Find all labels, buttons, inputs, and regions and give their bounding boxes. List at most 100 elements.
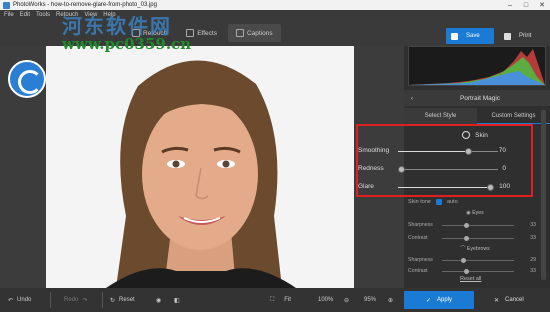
zoom-value: 95% [364, 297, 377, 303]
captions-icon [235, 29, 244, 37]
fit-icon: ⛶ [270, 296, 275, 303]
compare-button[interactable]: ◧ [174, 294, 180, 306]
fit-label: Fit [284, 297, 291, 303]
image-canvas[interactable] [0, 46, 404, 288]
divider [50, 292, 51, 308]
eyebrows-contrast-track[interactable] [442, 269, 514, 274]
histogram [408, 46, 546, 86]
close-icon: ✕ [494, 297, 500, 304]
apply-button[interactable]: ✓ Apply [404, 291, 474, 309]
captions-tab[interactable]: Captions [227, 24, 281, 42]
back-chevron-icon[interactable]: ‹ [404, 95, 420, 102]
eyebrows-contrast-value: 33 [530, 268, 536, 274]
preview-eye-button[interactable]: ◉ [156, 294, 161, 306]
watermark: 河东软件网 www.pc0359.cn [62, 10, 191, 53]
portrait-photo[interactable] [46, 46, 354, 288]
eyebrows-sharpness-track[interactable] [442, 258, 514, 263]
eyebrows-contrast-thumb[interactable] [463, 269, 469, 274]
zoom-level: 95% [364, 294, 376, 306]
eyebrows-section-header: ⌒ Eyebrows [410, 245, 540, 252]
compare-icon: ◧ [174, 297, 180, 304]
bottom-bar: ↶ Undo Redo ↷ ↻ Reset ◉ ◧ ⛶ Fit 100% ⊖ 9… [0, 288, 550, 312]
watermark-line1: 河东软件网 [62, 14, 172, 38]
tab-custom-settings[interactable]: Custom Settings [477, 108, 550, 124]
menu-file[interactable]: File [4, 12, 14, 18]
reset-button[interactable]: ↻ Reset [110, 294, 135, 306]
eyebrows-contrast-label: Contrast [408, 268, 428, 274]
skin-tone-auto-checkbox[interactable] [435, 199, 442, 205]
highlight-box [356, 124, 533, 197]
minimize-icon[interactable]: – [502, 0, 518, 10]
reset-icon: ↻ [110, 297, 116, 304]
menu-tools[interactable]: Tools [36, 12, 50, 18]
save-icon [451, 32, 458, 40]
redo-label: Redo [64, 297, 79, 303]
eyebrows-sharpness-label: Sharpness [408, 257, 433, 263]
tab-select-style[interactable]: Select Style [404, 108, 477, 124]
skin-tone-label: Skin tone [408, 199, 431, 205]
check-icon: ✓ [425, 297, 431, 304]
skin-tone-auto-label: auto [446, 199, 458, 205]
close-icon[interactable]: ✕ [534, 0, 550, 10]
zoom-out-button[interactable]: ⊖ [344, 294, 349, 306]
zoom-in-icon: ⊕ [388, 297, 394, 304]
zoom-100-button[interactable]: 100% [318, 294, 333, 306]
undo-icon: ↶ [8, 297, 14, 304]
eyebrows-sharpness-row: Sharpness 29 [408, 255, 544, 265]
menu-bar: File Edit Tools Retouch View Help [0, 10, 404, 20]
eyes-sharpness-row: Sharpness 33 [408, 220, 544, 230]
main-toolbar: Retouch Effects Captions [0, 20, 404, 46]
panel-header: ‹ Portrait Magic [404, 90, 550, 106]
panel-title: Portrait Magic [459, 94, 501, 102]
eyes-sharpness-thumb[interactable] [463, 223, 469, 228]
cancel-button[interactable]: ✕ Cancel [488, 291, 544, 309]
reset-all-link[interactable]: Reset all [460, 276, 481, 282]
title-bar: PhotoWorks - how-to-remove-glare-from-ph… [0, 0, 550, 10]
top-right-actions: Save Print [404, 10, 550, 46]
maximize-icon[interactable]: □ [518, 0, 534, 10]
undo-button[interactable]: ↶ Undo [8, 294, 31, 306]
portrait-image [46, 46, 354, 288]
redo-icon: ↷ [82, 297, 88, 304]
apply-label: Apply [437, 297, 453, 303]
app-icon [3, 1, 10, 9]
undo-label: Undo [17, 297, 32, 303]
eyes-sharpness-track[interactable] [442, 223, 514, 228]
eyebrows-sharpness-value: 29 [530, 257, 536, 263]
window-controls: – □ ✕ [502, 0, 550, 10]
watermark-logo [8, 60, 46, 98]
cancel-label: Cancel [505, 297, 524, 303]
eyebrows-sharpness-thumb[interactable] [460, 258, 466, 263]
eyes-sharpness-value: 33 [530, 222, 536, 228]
zoom-100-label: 100% [318, 297, 334, 303]
eyes-contrast-label: Contrast [408, 235, 428, 241]
print-label: Print [519, 33, 532, 39]
window-title: PhotoWorks - how-to-remove-glare-from-ph… [13, 2, 157, 8]
save-button[interactable]: Save [446, 28, 494, 44]
eye-icon: ◉ [156, 297, 162, 304]
zoom-in-button[interactable]: ⊕ [388, 294, 393, 306]
captions-label: Captions [246, 29, 273, 37]
eyes-contrast-value: 33 [530, 235, 536, 241]
eyes-contrast-row: Contrast 33 [408, 233, 544, 243]
divider [102, 292, 103, 308]
eyes-label: Eyes [472, 210, 484, 216]
reset-label: Reset [119, 297, 135, 303]
eyes-sharpness-label: Sharpness [408, 222, 433, 228]
menu-edit[interactable]: Edit [20, 12, 30, 18]
effects-label: Effects [197, 29, 217, 37]
zoom-out-icon: ⊖ [344, 297, 350, 304]
histogram-graph [409, 49, 545, 85]
fit-button[interactable]: ⛶ Fit [270, 294, 291, 306]
print-icon [504, 32, 511, 40]
eyes-section-header: ◉ Eyes [410, 210, 540, 216]
save-label: Save [466, 33, 480, 39]
eyebrows-contrast-row: Contrast 33 [408, 266, 544, 276]
eyebrows-label: Eyebrows [466, 246, 490, 252]
skin-tone-row: Skin tone auto [408, 199, 458, 205]
eyes-contrast-thumb[interactable] [463, 236, 469, 241]
panel-tabs: Select Style Custom Settings [404, 108, 550, 124]
print-button[interactable]: Print [500, 28, 544, 44]
eyes-contrast-track[interactable] [442, 236, 514, 241]
redo-button[interactable]: Redo ↷ [64, 294, 87, 306]
